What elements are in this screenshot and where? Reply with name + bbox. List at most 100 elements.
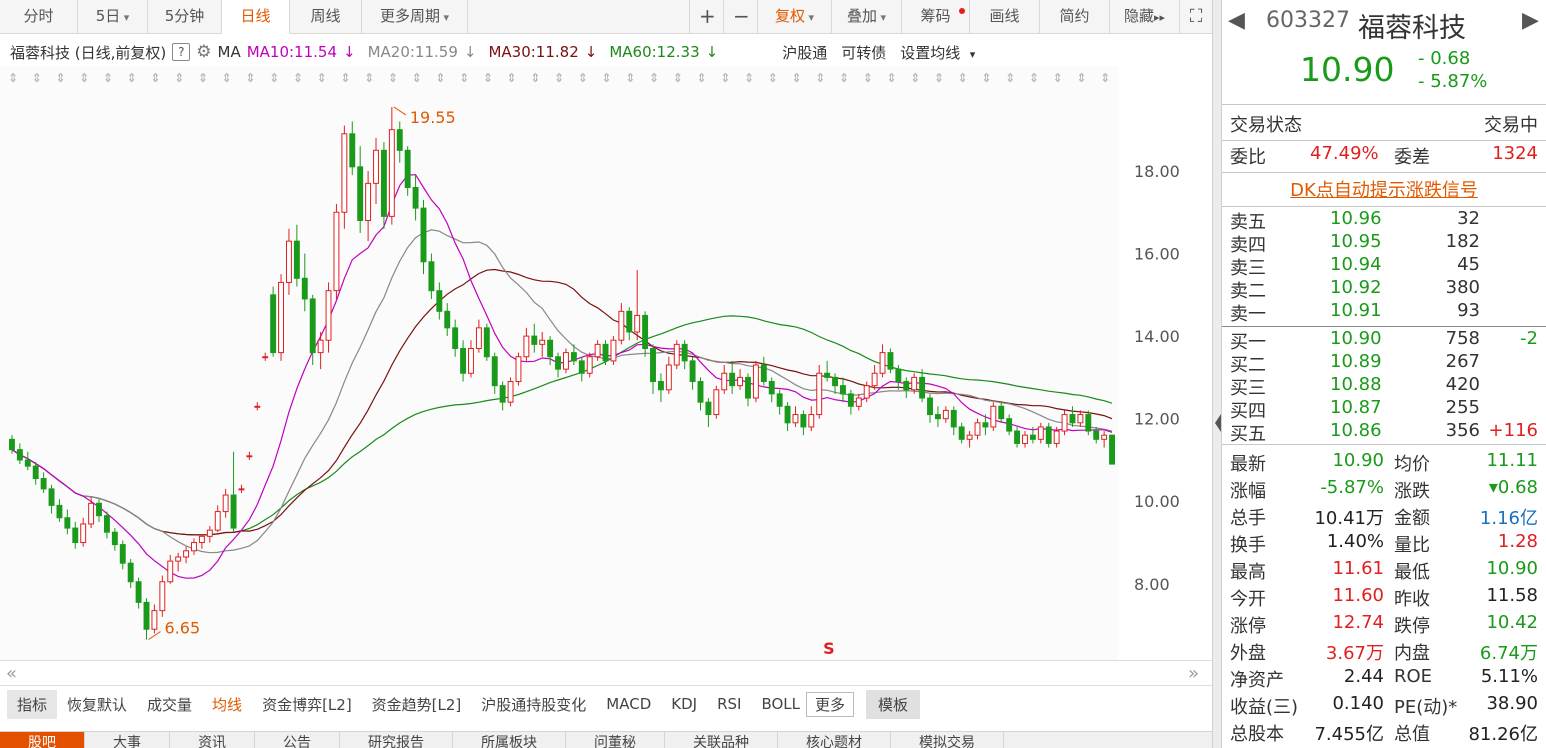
candle-body [175,556,182,562]
marker-arrow-icon: ⇕ [673,71,683,85]
level-price: 10.91 [1330,300,1382,321]
tab-announcements[interactable]: 公告 [255,732,340,748]
candle-body [135,581,142,603]
collapse-icon[interactable] [1215,414,1221,432]
tab-fund-trend[interactable]: 资金趋势[L2] [362,694,472,715]
tab-related[interactable]: 关联品种 [665,732,778,748]
marker-arrow-icon: ⇕ [507,71,517,85]
candle-body [119,544,126,564]
zoom-in-button[interactable]: + [690,0,724,34]
tab-daily[interactable]: 日线 [222,0,290,34]
prev-stock-icon[interactable]: ◀ [1228,8,1245,33]
candle-body [895,368,902,383]
link-convertible[interactable]: 可转债 [841,42,886,63]
hide-button[interactable]: 隐藏▸▸ [1110,0,1180,34]
candle-body [357,166,364,222]
next-stock-icon[interactable]: ▶ [1522,8,1539,33]
tab-template[interactable]: 模板 [866,689,921,719]
tab-weekly[interactable]: 周线 [290,0,362,34]
stat-label: 总手 [1230,508,1266,529]
simple-button[interactable]: 简约 [1040,0,1110,34]
tab-news[interactable]: 资讯 [170,732,255,748]
overlay-button[interactable]: 叠加 [832,0,902,34]
tab-volume[interactable]: 成交量 [137,694,202,715]
candlestick-chart[interactable]: 18.00 16.00 14.00 12.00 10.00 8.00 ⇕ ⇕ ⇕ ⇕ ⇕ ⇕ ⇕ ⇕ ⇕ ⇕ ⇕… [0,66,1212,660]
gear-icon[interactable]: ⚙ [196,42,211,62]
bid-row[interactable]: 买四 10.87 255 [1222,397,1546,422]
stat-row: 涨幅 -5.87% 涨跌 ▾0.68 [1222,477,1546,503]
tab-rsi[interactable]: RSI [707,695,751,713]
tab-events[interactable]: 大事 [85,732,170,748]
tab-5day[interactable]: 5日 [78,0,148,34]
candle-body [167,560,174,583]
stat-value: 5.11% [1480,666,1538,687]
bid-row[interactable]: 买二 10.89 267 [1222,351,1546,376]
scroll-left-icon[interactable]: « [6,663,17,684]
marker-arrow-icon: ⇕ [174,71,184,85]
candle-body [871,372,878,387]
adjust-button[interactable]: 复权 [758,0,832,34]
ask-row[interactable]: 卖三 10.94 45 [1222,254,1546,279]
ma-label: MA [217,43,241,61]
tab-sectors[interactable]: 所属板块 [453,732,566,748]
link-hk-connect[interactable]: 沪股通 [782,42,827,63]
tab-macd[interactable]: MACD [596,695,661,713]
marker-arrow-icon: ⇕ [127,71,137,85]
marker-arrow-icon: ⇕ [625,71,635,85]
candle-body [254,405,261,408]
marker-arrow-icon: ⇕ [839,71,849,85]
candle-body [792,414,799,424]
draw-button[interactable]: 画线 [970,0,1040,34]
tab-sim-trade[interactable]: 模拟交易 [891,732,1004,748]
marker-arrow-icon: ⇕ [1005,71,1015,85]
marker-arrow-icon: ⇕ [1053,71,1063,85]
stat-label: 最高 [1230,562,1266,583]
panel-divider[interactable] [1212,0,1222,748]
stat-label: 涨幅 [1230,481,1266,502]
tab-restore-default[interactable]: 恢复默认 [57,694,137,715]
ask-row[interactable]: 卖二 10.92 380 [1222,277,1546,302]
ma20-value: MA20:11.59 ↓ [367,43,477,61]
candle-body [808,414,815,428]
stat-value: 11.58 [1486,585,1538,606]
tab-ask-secretary[interactable]: 问董秘 [566,732,665,748]
tab-indicators[interactable]: 指标 [7,689,58,719]
tab-5min[interactable]: 5分钟 [148,0,222,34]
bid-row[interactable]: 买五 10.86 356 +116 [1222,420,1546,445]
fullscreen-icon[interactable]: ⛶ [1180,0,1212,34]
tab-ma[interactable]: 均线 [202,694,252,715]
tab-boll[interactable]: BOLL [751,695,810,713]
trade-status-row: 交易状态 交易中 [1222,111,1546,137]
ask-row[interactable]: 卖一 10.91 93 [1222,300,1546,325]
chips-button[interactable]: 筹码 [902,0,970,34]
candle-body [333,211,340,292]
ask-row[interactable]: 卖四 10.95 182 [1222,231,1546,256]
candle-body [760,364,767,383]
stat-value: 2.44 [1343,666,1384,687]
link-ma-settings[interactable]: 设置均线 ▾ [900,42,981,63]
ask-row[interactable]: 卖五 10.96 32 [1222,208,1546,233]
signal-row: DK点自动提示涨跌信号 [1222,176,1546,202]
tab-themes[interactable]: 核心题材 [778,732,891,748]
tab-guba[interactable]: 股吧 [0,732,85,748]
level-label: 卖一 [1230,304,1266,325]
candle-body [824,372,831,378]
chart-scrollbar[interactable]: « » [0,660,1212,686]
tab-kdj[interactable]: KDJ [661,695,707,713]
candle-body [103,515,110,533]
bid-row[interactable]: 买一 10.90 758 -2 [1222,328,1546,353]
help-icon[interactable]: ? [172,43,191,61]
tab-more[interactable]: 更多 [806,691,855,717]
candle-body [974,422,981,436]
high-label: 19.55 [410,108,456,127]
zoom-out-button[interactable]: − [724,0,758,34]
candle-body [452,327,459,349]
bid-row[interactable]: 买三 10.88 420 [1222,374,1546,399]
tab-hk-holding[interactable]: 沪股通持股变化 [471,694,596,715]
tab-fund-game[interactable]: 资金博弈[L2] [252,694,362,715]
tab-intraday[interactable]: 分时 [0,0,78,34]
tab-more-periods[interactable]: 更多周期 [362,0,468,34]
signal-link[interactable]: DK点自动提示涨跌信号 [1290,180,1478,201]
scroll-right-icon[interactable]: » [1188,663,1199,684]
tab-research[interactable]: 研究报告 [340,732,453,748]
